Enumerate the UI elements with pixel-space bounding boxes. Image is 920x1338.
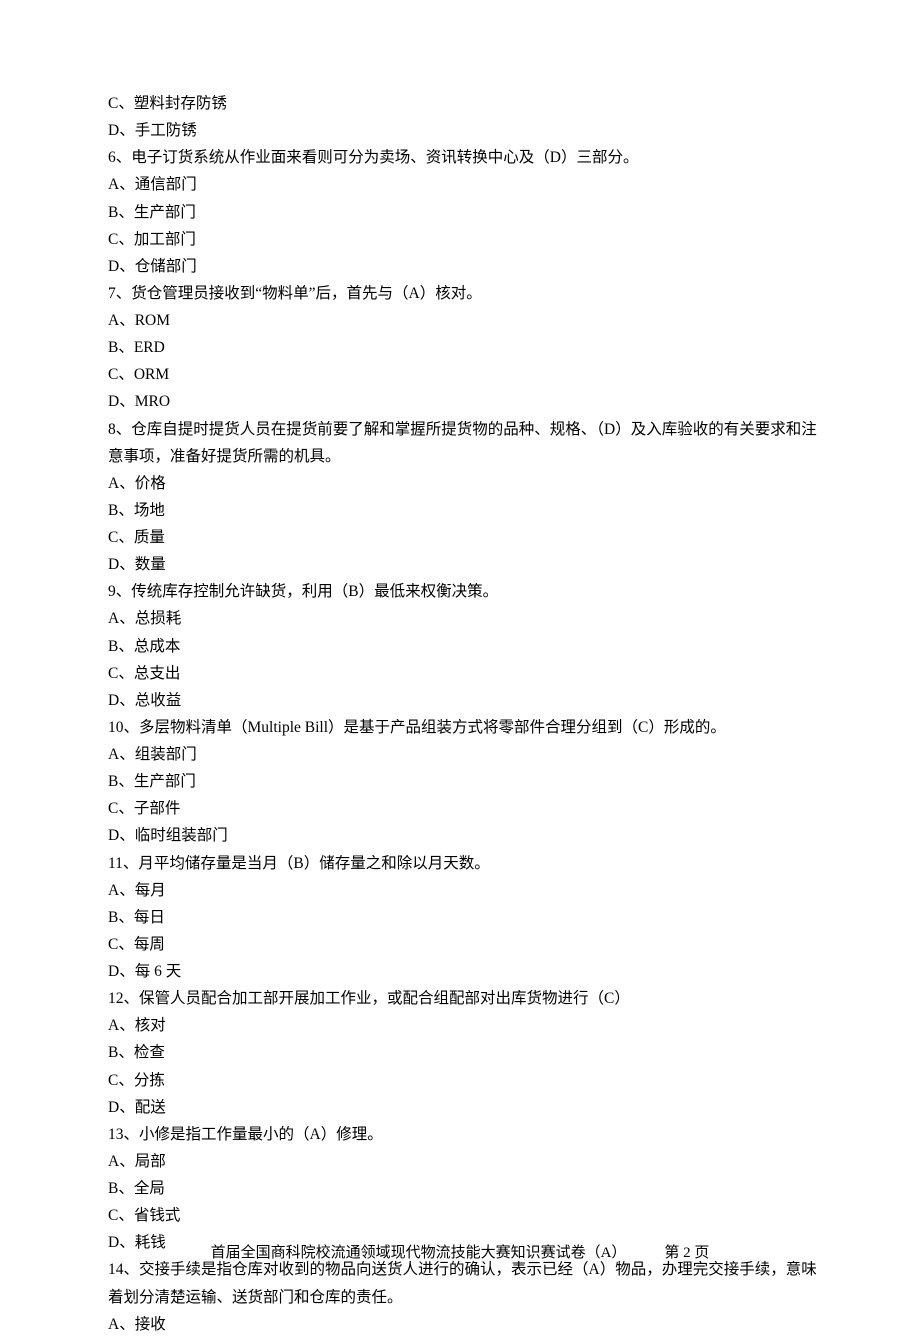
option-text: B、生产部门: [108, 199, 820, 226]
option-text: C、每周: [108, 931, 820, 958]
option-text: D、仓储部门: [108, 253, 820, 280]
option-text: A、核对: [108, 1012, 820, 1039]
option-text: B、生产部门: [108, 768, 820, 795]
question-text: 8、仓库自提时提货人员在提货前要了解和掌握所提货物的品种、规格、（D）及入库验收…: [108, 416, 820, 470]
option-text: C、加工部门: [108, 226, 820, 253]
option-text: A、通信部门: [108, 171, 820, 198]
option-text: D、MRO: [108, 388, 820, 415]
option-text: A、每月: [108, 877, 820, 904]
question-text: 6、电子订货系统从作业面来看则可分为卖场、资讯转换中心及（D）三部分。: [108, 144, 820, 171]
option-text: D、总收益: [108, 687, 820, 714]
option-text: A、价格: [108, 470, 820, 497]
question-text: 11、月平均储存量是当月（B）储存量之和除以月天数。: [108, 850, 820, 877]
question-text: 10、多层物料清单（Multiple Bill）是基于产品组装方式将零部件合理分…: [108, 714, 820, 741]
option-text: C、ORM: [108, 361, 820, 388]
option-text: B、检查: [108, 1039, 820, 1066]
option-text: C、子部件: [108, 795, 820, 822]
question-text: 7、货仓管理员接收到“物料单”后，首先与（A）核对。: [108, 280, 820, 307]
option-text: A、组装部门: [108, 741, 820, 768]
footer-title: 首届全国商科院校流通领域现代物流技能大赛知识赛试卷（A）: [211, 1245, 627, 1261]
question-text: 12、保管人员配合加工部开展加工作业，或配合组配部对出库货物进行（C）: [108, 985, 820, 1012]
question-text: 9、传统库存控制允许缺货，利用（B）最低来权衡决策。: [108, 578, 820, 605]
option-text: D、手工防锈: [108, 117, 820, 144]
option-text: C、总支出: [108, 660, 820, 687]
page-footer: 首届全国商科院校流通领域现代物流技能大赛知识赛试卷（A） 第 2 页: [0, 1240, 920, 1266]
page-content: C、塑料封存防锈 D、手工防锈 6、电子订货系统从作业面来看则可分为卖场、资讯转…: [0, 0, 920, 1338]
option-text: C、质量: [108, 524, 820, 551]
option-text: B、ERD: [108, 334, 820, 361]
option-text: D、每 6 天: [108, 958, 820, 985]
option-text: A、总损耗: [108, 605, 820, 632]
option-text: A、局部: [108, 1148, 820, 1175]
option-text: B、每日: [108, 904, 820, 931]
option-text: B、全局: [108, 1175, 820, 1202]
option-text: C、塑料封存防锈: [108, 90, 820, 117]
option-text: D、临时组装部门: [108, 822, 820, 849]
option-text: C、省钱式: [108, 1202, 820, 1229]
option-text: D、配送: [108, 1094, 820, 1121]
option-text: D、数量: [108, 551, 820, 578]
question-text: 13、小修是指工作量最小的（A）修理。: [108, 1121, 820, 1148]
option-text: B、总成本: [108, 633, 820, 660]
option-text: B、场地: [108, 497, 820, 524]
option-text: C、分拣: [108, 1067, 820, 1094]
option-text: A、接收: [108, 1311, 820, 1338]
option-text: A、ROM: [108, 307, 820, 334]
footer-page-number: 第 2 页: [664, 1245, 709, 1261]
